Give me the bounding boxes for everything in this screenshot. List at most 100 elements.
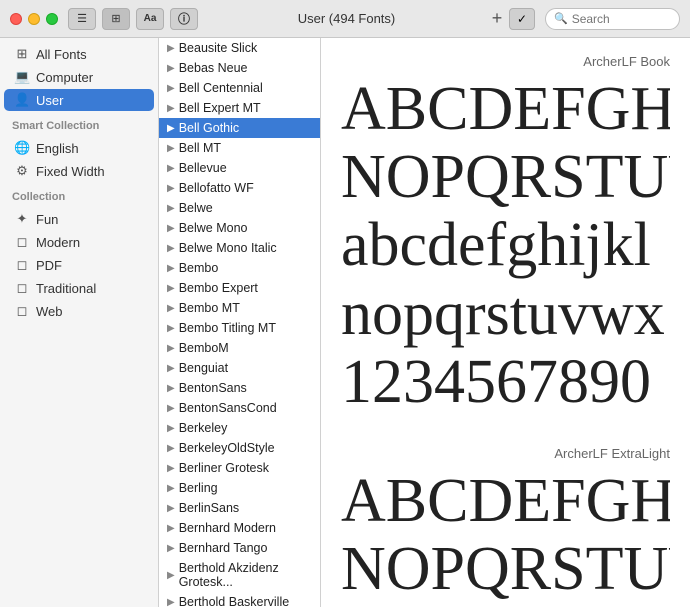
- font-expand-arrow: ▶: [167, 183, 175, 194]
- font-list-item[interactable]: ▶ BentonSans: [159, 378, 320, 398]
- search-input[interactable]: [572, 12, 671, 26]
- sidebar-item-modern[interactable]: ◻ Modern: [4, 231, 154, 253]
- font-name-label: Belwe: [179, 201, 213, 215]
- font-name-label: BentonSans: [179, 381, 247, 395]
- font-list-item[interactable]: ▶Berkeley: [159, 418, 320, 438]
- minimize-button[interactable]: [28, 13, 40, 25]
- font-name-label: Bellofatto WF: [179, 181, 254, 195]
- user-icon: 👤: [14, 92, 30, 108]
- fixed-width-icon: ⚙: [14, 163, 30, 179]
- font-list-item[interactable]: ▶Bebas Neue: [159, 58, 320, 78]
- font-list-item[interactable]: ▶Benguiat: [159, 358, 320, 378]
- font-expand-arrow: ▶: [167, 423, 175, 434]
- sidebar-item-fun[interactable]: ✦ Fun: [4, 208, 154, 230]
- font-expand-arrow: ▶: [167, 343, 175, 354]
- font-size-button[interactable]: Aa: [136, 8, 164, 30]
- smart-collection-section-label: Smart Collection: [0, 112, 158, 136]
- preview-numbers-1: 1234567890: [341, 348, 670, 416]
- preview-extralight-uppercase-1: ABCDEFGHIJ: [341, 467, 670, 535]
- font-expand-arrow: ▶: [167, 143, 175, 154]
- preview-font-name-archer-extralight: ArcherLF ExtraLight: [341, 446, 670, 461]
- info-button[interactable]: ⓘ: [170, 8, 198, 30]
- sidebar-item-english[interactable]: 🌐 English: [4, 137, 154, 159]
- font-list-item[interactable]: ▶BerkeleyOldStyle: [159, 438, 320, 458]
- main-content: ⊞ All Fonts 💻 Computer 👤 User Smart Coll…: [0, 38, 690, 607]
- font-list-item[interactable]: ▶Beausite Slick: [159, 38, 320, 58]
- font-list-item[interactable]: ▶ Bell Expert MT: [159, 98, 320, 118]
- window-title: User (494 Fonts): [208, 11, 485, 26]
- font-name-label: Bembo MT: [179, 301, 240, 315]
- maximize-button[interactable]: [46, 13, 58, 25]
- font-list-item[interactable]: ▶Belwe Mono Italic: [159, 238, 320, 258]
- font-list-item[interactable]: ▶Belwe: [159, 198, 320, 218]
- font-list-item[interactable]: ▶Berthold Baskerville: [159, 592, 320, 607]
- sidebar-label-user: User: [36, 93, 63, 108]
- font-expand-arrow: ▶: [167, 523, 175, 534]
- preview-section-archer-extralight: ArcherLF ExtraLight ABCDEFGHIJ NOPQRSTUV…: [341, 446, 670, 607]
- add-button[interactable]: +: [485, 7, 509, 31]
- font-name-label: Bebas Neue: [179, 61, 248, 75]
- toolbar-icons: ☰ ⊞ Aa ⓘ: [68, 8, 198, 30]
- sidebar-item-computer[interactable]: 💻 Computer: [4, 66, 154, 88]
- sidebar-item-user[interactable]: 👤 User: [4, 89, 154, 111]
- fun-icon: ✦: [14, 211, 30, 227]
- font-name-label: Benguiat: [179, 361, 228, 375]
- font-name-label: Bell Expert MT: [179, 101, 261, 115]
- check-button[interactable]: ✓: [509, 8, 535, 30]
- font-name-label: Belwe Mono: [179, 221, 248, 235]
- font-name-label: Berthold Baskerville: [179, 595, 289, 607]
- font-name-label: Bell MT: [179, 141, 221, 155]
- sidebar: ⊞ All Fonts 💻 Computer 👤 User Smart Coll…: [0, 38, 159, 607]
- font-name-label: Bembo Expert: [179, 281, 258, 295]
- sidebar-item-traditional[interactable]: ◻ Traditional: [4, 277, 154, 299]
- font-list-item[interactable]: ▶Bellevue: [159, 158, 320, 178]
- titlebar: ☰ ⊞ Aa ⓘ User (494 Fonts) + ✓ 🔍: [0, 0, 690, 38]
- sidebar-item-all-fonts[interactable]: ⊞ All Fonts: [4, 43, 154, 65]
- sidebar-item-web[interactable]: ◻ Web: [4, 300, 154, 322]
- font-list-item[interactable]: ▶Bembo Expert: [159, 278, 320, 298]
- font-list-item[interactable]: ▶Bell Centennial: [159, 78, 320, 98]
- preview-uppercase-2: NOPQRSTUVW: [341, 143, 670, 211]
- preview-font-name-archer-book: ArcherLF Book: [341, 54, 670, 69]
- close-button[interactable]: [10, 13, 22, 25]
- font-list-item[interactable]: ▶ Bellofatto WF: [159, 178, 320, 198]
- font-list-item[interactable]: ▶ Bernhard Modern: [159, 518, 320, 538]
- sidebar-label-english: English: [36, 141, 79, 156]
- font-expand-arrow: ▶: [167, 103, 175, 114]
- font-expand-arrow: ▶: [167, 243, 175, 254]
- font-name-label: Bernhard Modern: [179, 521, 276, 535]
- font-list-item[interactable]: ▶BentonSansCond: [159, 398, 320, 418]
- font-name-label: Berliner Grotesk: [179, 461, 269, 475]
- font-expand-arrow: ▶: [167, 383, 175, 394]
- sidebar-item-pdf[interactable]: ◻ PDF: [4, 254, 154, 276]
- font-list-item[interactable]: ▶Bembo MT: [159, 298, 320, 318]
- font-list-item[interactable]: ▶ Bell MT: [159, 138, 320, 158]
- font-expand-arrow: ▶: [167, 543, 175, 554]
- sidebar-label-fixed-width: Fixed Width: [36, 164, 105, 179]
- search-box: 🔍: [545, 8, 680, 30]
- font-list-item[interactable]: ▶BemboM: [159, 338, 320, 358]
- font-list-item[interactable]: ▶Bembo Titling MT: [159, 318, 320, 338]
- font-name-label: Bembo Titling MT: [179, 321, 276, 335]
- font-list-item[interactable]: ▶Berliner Grotesk: [159, 458, 320, 478]
- font-list-item[interactable]: ▶ Belwe Mono: [159, 218, 320, 238]
- sidebar-toggle-button[interactable]: ☰: [68, 8, 96, 30]
- font-list-item[interactable]: ▶Bernhard Tango: [159, 538, 320, 558]
- font-list-item[interactable]: ▶Bembo: [159, 258, 320, 278]
- font-name-label: Bellevue: [179, 161, 227, 175]
- sidebar-item-fixed-width[interactable]: ⚙ Fixed Width: [4, 160, 154, 182]
- grid-view-button[interactable]: ⊞: [102, 8, 130, 30]
- english-icon: 🌐: [14, 140, 30, 156]
- font-name-label: Berthold Akzidenz Grotesk...: [179, 561, 312, 589]
- font-expand-arrow: ▶: [167, 223, 175, 234]
- font-expand-arrow: ▶: [167, 503, 175, 514]
- font-list-item[interactable]: ▶BerlinSans: [159, 498, 320, 518]
- font-list-item[interactable]: ▶Berling: [159, 478, 320, 498]
- computer-icon: 💻: [14, 69, 30, 85]
- font-list-item[interactable]: ▶Berthold Akzidenz Grotesk...: [159, 558, 320, 592]
- font-name-label: BerkeleyOldStyle: [179, 441, 275, 455]
- font-list-item[interactable]: ▶Bell Gothic: [159, 118, 320, 138]
- preview-lowercase-1: abcdefghijkl: [341, 211, 670, 279]
- web-icon: ◻: [14, 303, 30, 319]
- pdf-icon: ◻: [14, 257, 30, 273]
